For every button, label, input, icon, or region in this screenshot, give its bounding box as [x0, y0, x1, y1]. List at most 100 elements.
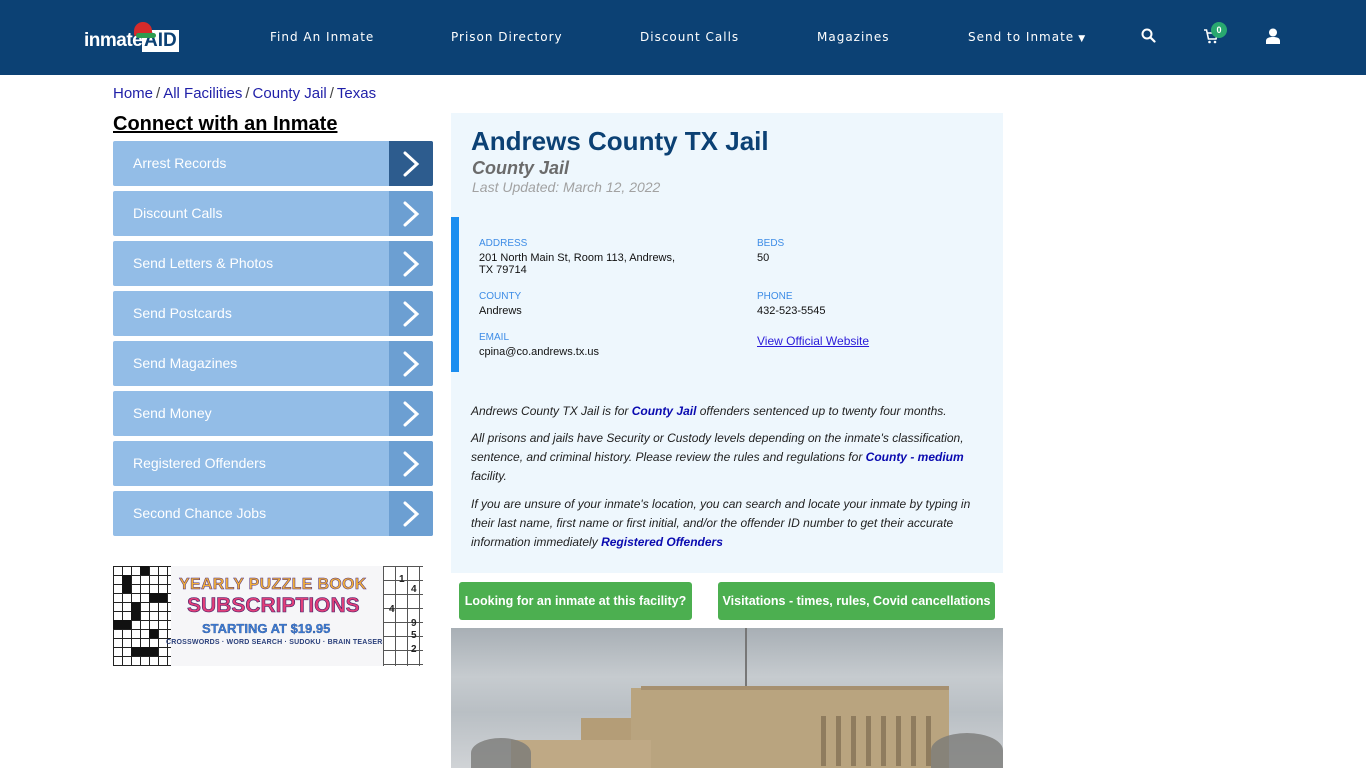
sudoku-digit: 4: [411, 584, 417, 595]
facility-type: County Jail: [472, 158, 570, 178]
photo-building: [511, 740, 651, 768]
address-line1: 201 North Main St, Room 113, Andrews,: [479, 252, 676, 264]
facility-card: Andrews County TX Jail County Jail Last …: [451, 113, 1003, 573]
photo-tree: [931, 733, 1003, 768]
chevron-right-icon: [389, 291, 433, 336]
phone-value: 432-523-5545: [757, 305, 826, 317]
sudoku-digit: 2: [411, 644, 417, 655]
breadcrumb: Home / All Facilities / County Jail / Texas: [113, 85, 376, 102]
breadcrumb-separator: /: [156, 85, 161, 102]
chevron-right-icon: [389, 141, 433, 186]
county-jail-link[interactable]: County Jail: [632, 404, 697, 418]
chevron-right-icon: [389, 241, 433, 286]
breadcrumb-county-jail[interactable]: County Jail: [253, 85, 327, 102]
photo-window: [896, 716, 901, 766]
photo-window: [821, 716, 826, 766]
nav-prison-directory[interactable]: Prison Directory: [451, 30, 563, 44]
last-updated: Last Updated: March 12, 2022: [472, 179, 661, 195]
crossword-grid-graphic: [113, 566, 171, 666]
sidebar-title: Connect with an Inmate: [113, 113, 338, 135]
sidebar-item-registered-offenders[interactable]: Registered Offenders: [113, 441, 433, 486]
top-navbar: inmate AID Find An Inmate Prison Directo…: [0, 0, 1366, 75]
nav-discount-calls[interactable]: Discount Calls: [640, 30, 739, 44]
sidebar-item-label: Second Chance Jobs: [133, 505, 267, 521]
breadcrumb-separator: /: [329, 85, 334, 102]
ad-headline: YEARLY PUZZLE BOOK: [179, 576, 367, 594]
official-website-link[interactable]: View Official Website: [757, 334, 869, 348]
email-label: EMAIL: [479, 332, 510, 343]
nav-send-to-inmate[interactable]: Send to Inmate ▼: [968, 30, 1086, 44]
county-label: COUNTY: [479, 291, 522, 302]
photo-window: [881, 716, 886, 766]
search-icon[interactable]: [1141, 28, 1156, 48]
sidebar-item-send-money[interactable]: Send Money: [113, 391, 433, 436]
county-medium-link[interactable]: County - medium: [866, 450, 964, 464]
photo-window: [911, 716, 916, 766]
phone-label: PHONE: [757, 291, 793, 302]
description-paragraph-2: All prisons and jails have Security or C…: [471, 429, 981, 486]
sidebar-item-send-postcards[interactable]: Send Postcards: [113, 291, 433, 336]
facility-info-block: ADDRESS 201 North Main St, Room 113, And…: [451, 217, 1003, 372]
county-value: Andrews: [479, 305, 522, 317]
sudoku-digit: 1: [399, 574, 405, 585]
sidebar-item-label: Discount Calls: [133, 205, 223, 221]
facility-photo: [451, 628, 1003, 768]
sidebar-item-label: Registered Offenders: [133, 455, 266, 471]
chevron-right-icon: [389, 441, 433, 486]
sidebar-item-second-chance-jobs[interactable]: Second Chance Jobs: [113, 491, 433, 536]
photo-building: [631, 688, 949, 768]
photo-building: [641, 686, 949, 690]
ad-tagline: CROSSWORDS · WORD SEARCH · SUDOKU · BRAI…: [166, 639, 388, 646]
sudoku-digit: 4: [389, 604, 395, 615]
sidebar-item-label: Send Letters & Photos: [133, 255, 274, 271]
beds-label: BEDS: [757, 238, 785, 249]
chevron-right-icon: [389, 391, 433, 436]
sidebar-item-label: Send Magazines: [133, 355, 238, 371]
description-paragraph-1: Andrews County TX Jail is for County Jai…: [471, 402, 981, 421]
sidebar-item-send-magazines[interactable]: Send Magazines: [113, 341, 433, 386]
inmateaid-logo[interactable]: inmate AID: [84, 22, 184, 56]
accent-bar: [451, 217, 459, 372]
photo-window: [866, 716, 871, 766]
chevron-right-icon: [389, 341, 433, 386]
visitations-button[interactable]: Visitations - times, rules, Covid cancel…: [718, 582, 995, 620]
description-text: facility.: [471, 469, 507, 483]
sudoku-digit: 9: [411, 618, 417, 629]
puzzle-book-ad-banner[interactable]: YEARLY PUZZLE BOOK SUBSCRIPTIONS STARTIN…: [113, 566, 423, 666]
chevron-right-icon: [389, 191, 433, 236]
photo-window: [836, 716, 841, 766]
photo-tree: [471, 738, 531, 768]
sidebar-item-label: Send Money: [133, 405, 212, 421]
address-label: ADDRESS: [479, 238, 528, 249]
breadcrumb-all-facilities[interactable]: All Facilities: [163, 85, 242, 102]
sidebar-item-discount-calls[interactable]: Discount Calls: [113, 191, 433, 236]
registered-offenders-link[interactable]: Registered Offenders: [601, 535, 723, 549]
address-line2: TX 79714: [479, 264, 527, 276]
sidebar-item-arrest-records[interactable]: Arrest Records: [113, 141, 433, 186]
sidebar-menu: Arrest Records Discount Calls Send Lette…: [113, 141, 433, 541]
sudoku-grid-graphic: 1 4 4 9 5 2: [383, 566, 423, 666]
breadcrumb-home[interactable]: Home: [113, 85, 153, 102]
caret-down-icon: ▼: [1078, 34, 1087, 44]
description-text: offenders sentenced up to twenty four mo…: [696, 404, 947, 418]
facility-title: Andrews County TX Jail: [471, 126, 769, 156]
chevron-right-icon: [389, 491, 433, 536]
description-text: Andrews County TX Jail is for: [471, 404, 632, 418]
user-icon[interactable]: [1266, 28, 1280, 49]
email-value: cpina@co.andrews.tx.us: [479, 346, 600, 358]
ad-subheadline: SUBSCRIPTIONS: [187, 594, 360, 618]
sudoku-digit: 5: [411, 630, 417, 641]
breadcrumb-separator: /: [245, 85, 250, 102]
santa-hat-rim-icon: [136, 33, 156, 38]
nav-find-an-inmate[interactable]: Find An Inmate: [270, 30, 374, 44]
sidebar-item-label: Send Postcards: [133, 305, 232, 321]
cart-count-badge: 0: [1211, 22, 1227, 38]
sidebar-item-label: Arrest Records: [133, 155, 227, 171]
breadcrumb-texas[interactable]: Texas: [337, 85, 376, 102]
sidebar-item-send-letters-photos[interactable]: Send Letters & Photos: [113, 241, 433, 286]
nav-magazines[interactable]: Magazines: [817, 30, 890, 44]
description-paragraph-3: If you are unsure of your inmate's locat…: [471, 495, 981, 552]
photo-window: [851, 716, 856, 766]
find-inmate-at-facility-button[interactable]: Looking for an inmate at this facility?: [459, 582, 692, 620]
ad-price: STARTING AT $19.95: [202, 621, 331, 636]
